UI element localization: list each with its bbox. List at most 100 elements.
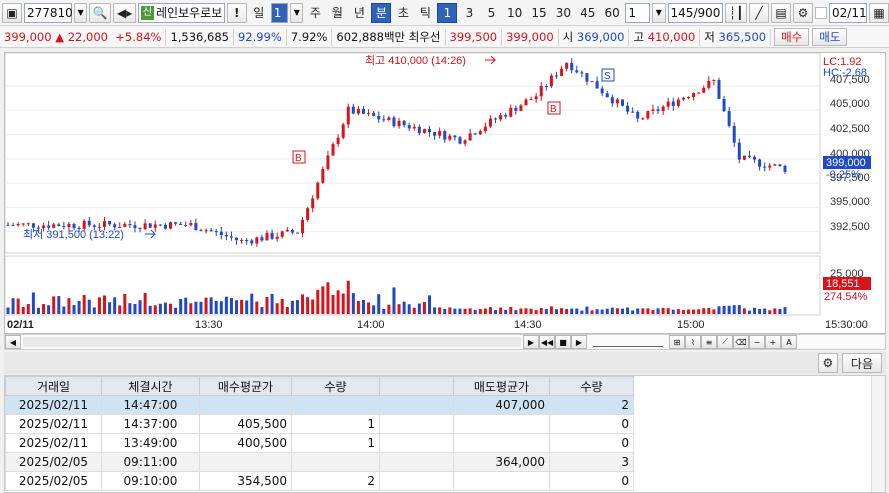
tab-month[interactable]: 월 xyxy=(327,3,347,23)
chart-scrollbar[interactable]: ◀ ▶ ◀◀ ■ ▶ ⊞ ⌇ ≡ ⟋ ⌫ − + A xyxy=(4,334,886,350)
save-icon[interactable]: ▤ xyxy=(771,2,791,23)
minute-60[interactable]: 60 xyxy=(601,3,623,23)
col-sell-qty[interactable]: 수량 xyxy=(549,376,634,396)
candle-body xyxy=(671,101,675,106)
scroll-right-icon[interactable]: ▶ xyxy=(523,335,539,349)
interval-dropdown-icon[interactable]: ▼ xyxy=(652,2,666,23)
price-chart[interactable]: 407,500 405,000 402,500 400,000 397,500 … xyxy=(4,52,886,334)
minute-30[interactable]: 30 xyxy=(552,3,574,23)
line-tool-icon[interactable]: ╱ xyxy=(749,2,769,23)
volume-bar xyxy=(148,305,152,314)
candle-body xyxy=(453,135,457,138)
tab-minute[interactable]: 분 xyxy=(371,2,392,23)
period-value-input[interactable]: 1 xyxy=(270,2,289,23)
volume-bar xyxy=(717,306,721,314)
alert-button[interactable]: ! xyxy=(226,2,247,23)
candle-body xyxy=(458,137,462,144)
zoom-in-icon[interactable]: + xyxy=(765,335,781,349)
minute-45[interactable]: 45 xyxy=(577,3,599,23)
tab-tick[interactable]: 틱 xyxy=(415,3,435,23)
best-label: 최우선 xyxy=(408,30,441,44)
candle-body xyxy=(67,223,71,228)
interval-input[interactable]: 1 xyxy=(625,2,651,23)
candle-type-icon[interactable]: ┆┃ xyxy=(725,2,747,23)
stock-code-input[interactable]: 277810 xyxy=(24,2,73,23)
search-icon[interactable]: 🔍 xyxy=(89,2,112,23)
stop-icon[interactable]: ■ xyxy=(555,335,571,349)
volume-bar xyxy=(560,308,564,314)
candle-body xyxy=(153,224,157,228)
scroll-left-icon[interactable]: ◀ xyxy=(5,335,21,349)
tab-week[interactable]: 주 xyxy=(305,3,325,23)
table-row[interactable]: 2025/02/11 14:47:00 407,000 2 xyxy=(5,395,634,415)
volume-bar xyxy=(280,298,284,314)
speaker-icon[interactable]: ◀▸ xyxy=(113,2,136,23)
col-trade-date[interactable]: 거래일 xyxy=(5,376,102,396)
candle-body xyxy=(463,140,467,144)
eraser-icon[interactable]: ⌫ xyxy=(733,335,749,349)
panel-settings-gear-icon[interactable]: ⚙ xyxy=(817,353,838,373)
count-total: /900 xyxy=(693,5,721,20)
count-input[interactable]: 145/900 xyxy=(667,2,724,23)
volume-bar xyxy=(316,289,320,314)
trade-panel-toolbar: ⚙ 다음 xyxy=(4,352,886,374)
trend-tool-icon[interactable]: ⌇ xyxy=(685,335,701,349)
tab-second[interactable]: 초 xyxy=(393,3,413,23)
table-row[interactable]: 2025/02/11 14:37:00 405,500 1 0 xyxy=(5,414,634,434)
volume-bar xyxy=(224,296,228,314)
draw-tool-icon[interactable]: ⟋ xyxy=(717,335,733,349)
col-buy-qty[interactable]: 수량 xyxy=(291,376,380,396)
chart-canvas[interactable]: 407,500 405,000 402,500 400,000 397,500 … xyxy=(5,53,885,333)
col-blank[interactable] xyxy=(379,376,454,396)
zoom-out-icon[interactable]: − xyxy=(749,335,765,349)
period-dropdown-icon[interactable]: ▼ xyxy=(290,2,304,23)
date-checkbox[interactable] xyxy=(815,6,827,19)
code-dropdown-icon[interactable]: ▼ xyxy=(74,2,88,23)
minute-10[interactable]: 10 xyxy=(503,3,525,23)
minute-15[interactable]: 15 xyxy=(528,3,550,23)
volume-bar xyxy=(11,298,15,314)
minute-3[interactable]: 3 xyxy=(459,3,479,23)
date-input[interactable]: 02/11 xyxy=(829,2,867,23)
sell-button[interactable]: 매도 xyxy=(812,28,848,46)
window-menu-icon[interactable]: ▣ xyxy=(2,2,22,23)
col-buy-avg[interactable]: 매수평균가 xyxy=(199,376,292,396)
minute-1[interactable]: 1 xyxy=(437,2,458,23)
candle-body xyxy=(778,164,782,166)
volume-bar xyxy=(118,305,122,314)
candle-body xyxy=(595,81,599,89)
table-row[interactable]: 2025/02/05 09:11:00 364,000 3 xyxy=(5,452,634,472)
zoom-slider[interactable] xyxy=(593,337,663,347)
candle-body xyxy=(387,117,391,121)
crosshair-icon[interactable]: ⊞ xyxy=(669,335,685,349)
trade-history-grid[interactable]: 거래일 체결시간 매수평균가 수량 매도평균가 수량 2025/02/11 14… xyxy=(4,375,886,493)
volume-bar xyxy=(311,299,315,314)
tab-year[interactable]: 년 xyxy=(349,3,369,23)
period-day-label[interactable]: 일 xyxy=(249,3,269,23)
col-sell-avg[interactable]: 매도평균가 xyxy=(453,376,550,396)
settings-gear-icon[interactable]: ⚙ xyxy=(793,2,813,23)
next-button[interactable]: 다음 xyxy=(841,353,882,373)
candle-body xyxy=(565,62,569,69)
stock-name-box[interactable]: 신 레인보우로보 xyxy=(137,2,225,23)
candle-body xyxy=(316,182,320,199)
table-row[interactable]: 2025/02/11 13:49:00 400,500 1 0 xyxy=(5,433,634,453)
text-tool-icon[interactable]: A xyxy=(781,335,797,349)
volume-bar xyxy=(478,309,482,314)
candle-body xyxy=(758,159,762,167)
volume-bar xyxy=(336,290,340,314)
candle-body xyxy=(590,81,594,83)
table-row[interactable]: 2025/02/05 09:10:00 354,500 2 0 xyxy=(5,471,634,491)
x-tick: 15:00 xyxy=(677,319,705,331)
col-exec-time[interactable]: 체결시간 xyxy=(101,376,200,396)
grid-vertical-scrollbar[interactable] xyxy=(871,376,885,492)
scroll-track[interactable] xyxy=(23,337,521,347)
rewind-icon[interactable]: ◀◀ xyxy=(539,335,555,349)
buy-button[interactable]: 매수 xyxy=(774,28,810,46)
calendar-icon[interactable]: ▦ xyxy=(869,2,889,23)
volume-bar xyxy=(382,308,386,314)
count-value: 145 xyxy=(670,5,694,20)
minute-5[interactable]: 5 xyxy=(481,3,501,23)
play-icon[interactable]: ▶ xyxy=(571,335,587,349)
fib-tool-icon[interactable]: ≡ xyxy=(701,335,717,349)
